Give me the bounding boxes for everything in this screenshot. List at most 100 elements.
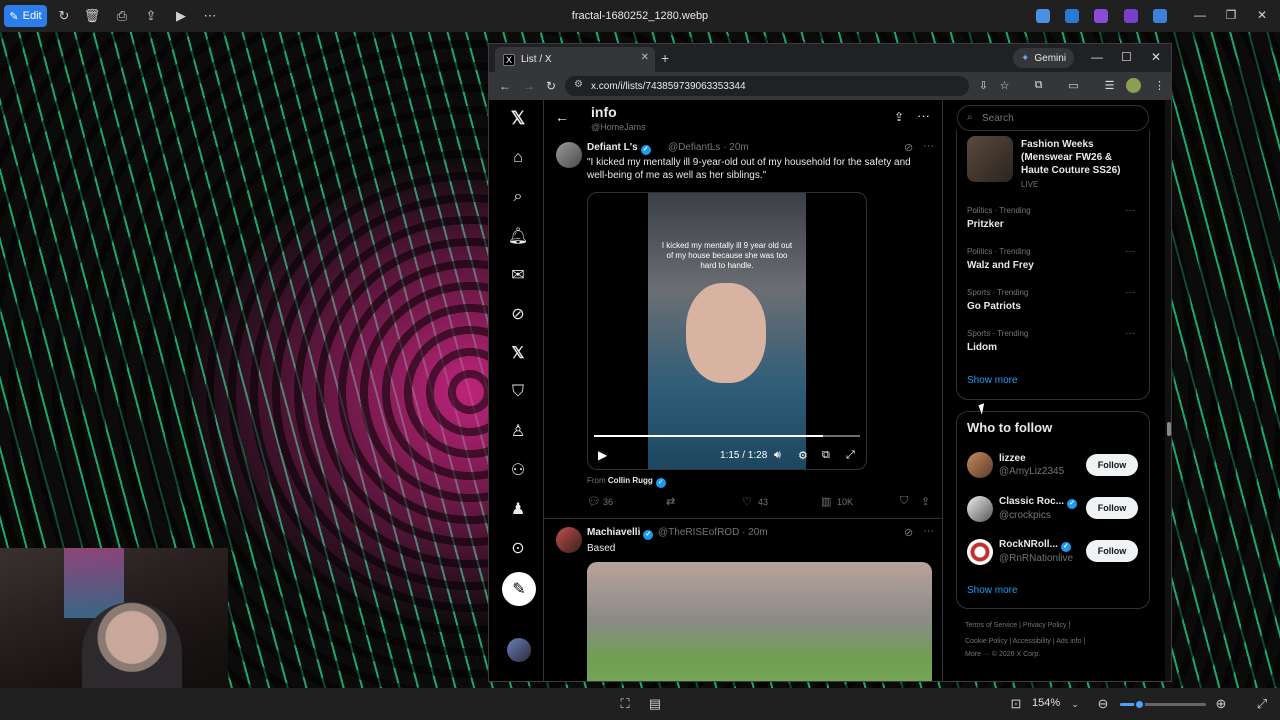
zoom-in-icon[interactable]: ⊕ bbox=[1213, 696, 1229, 712]
minimize-icon[interactable]: — bbox=[1091, 50, 1103, 64]
follow-avatar[interactable] bbox=[967, 539, 993, 565]
install-icon[interactable]: ⇩ bbox=[977, 79, 990, 92]
bookmarks-icon[interactable]: ⛉ bbox=[508, 382, 528, 402]
x-logo-icon[interactable]: 𝕏 bbox=[508, 108, 528, 128]
premium-x-icon[interactable]: 𝕏 bbox=[508, 343, 528, 363]
tweet-image[interactable] bbox=[587, 562, 932, 681]
profile-avatar[interactable] bbox=[1126, 78, 1141, 93]
notifications-icon[interactable]: 🔔︎ bbox=[508, 226, 528, 246]
trend-more-icon[interactable]: ··· bbox=[1125, 205, 1135, 216]
repost-icon[interactable]: ⇄ bbox=[666, 495, 675, 508]
grok-icon[interactable]: ⊘ bbox=[904, 526, 913, 539]
fit-icon[interactable]: ⛶ bbox=[617, 696, 633, 712]
new-tab-icon[interactable]: + bbox=[661, 50, 669, 66]
pip-icon[interactable]: ⧉ bbox=[822, 449, 830, 462]
trends-show-more-link[interactable]: Show more bbox=[967, 375, 1018, 386]
video-progress-bar[interactable] bbox=[594, 435, 860, 437]
tweet-avatar[interactable] bbox=[556, 527, 582, 553]
event-thumbnail[interactable] bbox=[967, 136, 1013, 182]
follow-button[interactable]: Follow bbox=[1086, 454, 1138, 476]
footer-more-link[interactable]: More ··· bbox=[965, 651, 990, 658]
page-scrollbar[interactable] bbox=[1165, 100, 1171, 681]
zoom-slider[interactable] bbox=[1120, 699, 1206, 710]
split-view-icon[interactable]: ▭ bbox=[1067, 79, 1080, 92]
tray-app-icon[interactable] bbox=[1124, 9, 1138, 23]
site-info-icon[interactable]: ⚙ bbox=[574, 79, 583, 90]
follow-name[interactable]: lizzee bbox=[999, 453, 1026, 464]
event-title[interactable]: Fashion Weeks (Menswear FW26 & Haute Cou… bbox=[1021, 138, 1141, 177]
share-icon[interactable]: ⇪ bbox=[894, 110, 904, 124]
back-arrow-icon[interactable]: ← bbox=[555, 109, 569, 125]
tweet-more-icon[interactable]: ··· bbox=[923, 525, 934, 537]
tray-app-icon[interactable] bbox=[1065, 9, 1079, 23]
trend-name[interactable]: Walz and Frey bbox=[967, 260, 1034, 271]
close-icon[interactable]: ✕ bbox=[1254, 8, 1270, 22]
bookmark-icon[interactable]: ⛉ bbox=[900, 495, 908, 508]
tweet-author-name[interactable]: Machiavelli ✓ bbox=[587, 527, 654, 540]
close-icon[interactable]: ✕ bbox=[1151, 50, 1161, 64]
follow-name[interactable]: Classic Roc... ✓ bbox=[999, 496, 1078, 509]
messages-icon[interactable]: ✉ bbox=[508, 265, 528, 285]
zoom-out-icon[interactable]: ⊖ bbox=[1095, 696, 1111, 712]
play-icon[interactable]: ▶ bbox=[598, 448, 607, 462]
address-bar[interactable]: ⚙ x.com/i/lists/743859739063353344 bbox=[565, 76, 969, 96]
follow-handle[interactable]: @AmyLiz2345 bbox=[999, 466, 1064, 477]
more-icon[interactable]: ⊙ bbox=[508, 538, 528, 558]
trend-more-icon[interactable]: ··· bbox=[1125, 287, 1135, 298]
trend-name[interactable]: Go Patriots bbox=[967, 301, 1021, 312]
expand-icon[interactable]: ⤢ bbox=[1254, 696, 1270, 712]
account-avatar[interactable] bbox=[507, 638, 531, 662]
follow-button[interactable]: Follow bbox=[1086, 497, 1138, 519]
trend-more-icon[interactable]: ··· bbox=[1125, 246, 1135, 257]
reload-icon[interactable]: ↻ bbox=[546, 79, 556, 93]
follow-show-more-link[interactable]: Show more bbox=[967, 585, 1018, 596]
profile-icon[interactable]: ♟ bbox=[508, 499, 528, 519]
follow-handle[interactable]: @crockpics bbox=[999, 510, 1051, 521]
tray-app-icon[interactable] bbox=[1036, 9, 1050, 23]
film-strip-icon[interactable]: ▤ bbox=[647, 696, 663, 712]
more-options-icon[interactable]: ··· bbox=[917, 108, 930, 123]
search-icon[interactable]: ⌕ bbox=[508, 187, 528, 207]
video-player[interactable]: I kicked my mentally ill 9 year old out … bbox=[587, 192, 867, 470]
tweet-handle-time[interactable]: @TheRISEofROD · 20m bbox=[658, 527, 768, 538]
menu-icon[interactable]: ⋮ bbox=[1153, 79, 1166, 92]
jobs-icon[interactable]: ♙ bbox=[508, 421, 528, 441]
footer-link[interactable]: Ads info bbox=[1056, 638, 1081, 645]
scroll-thumb[interactable] bbox=[1167, 422, 1171, 436]
trend-name[interactable]: Lidom bbox=[967, 342, 997, 353]
settings-icon[interactable]: ⚙ bbox=[798, 449, 808, 462]
communities-icon[interactable]: ⚇ bbox=[508, 460, 528, 480]
reply-icon[interactable]: 💬︎ bbox=[587, 495, 601, 508]
follow-button[interactable]: Follow bbox=[1086, 540, 1138, 562]
post-button[interactable]: ✎ bbox=[502, 572, 536, 606]
tab-close-icon[interactable]: ✕ bbox=[641, 52, 649, 63]
tweet-more-icon[interactable]: ··· bbox=[923, 140, 934, 152]
views-icon[interactable]: ▥ bbox=[821, 495, 831, 508]
minimize-icon[interactable]: — bbox=[1192, 8, 1208, 22]
grok-icon[interactable]: ⊘ bbox=[508, 304, 528, 324]
extensions-icon[interactable]: ⧉ bbox=[1032, 79, 1045, 92]
home-icon[interactable]: ⌂ bbox=[508, 148, 528, 168]
gemini-button[interactable]: ✦ Gemini bbox=[1013, 48, 1075, 68]
tweet-avatar[interactable] bbox=[556, 142, 582, 168]
list-handle[interactable]: @HomeJams bbox=[591, 122, 646, 132]
footer-link[interactable]: Terms of Service bbox=[965, 622, 1017, 629]
follow-handle[interactable]: @RnRNationlive bbox=[999, 553, 1073, 564]
follow-name[interactable]: RockNRoll... ✓ bbox=[999, 539, 1071, 552]
footer-link[interactable]: Accessibility bbox=[1013, 638, 1051, 645]
follow-avatar[interactable] bbox=[967, 452, 993, 478]
back-icon[interactable]: ← bbox=[499, 79, 511, 93]
footer-link[interactable]: Privacy Policy bbox=[1023, 622, 1067, 629]
zoom-level[interactable]: 154% bbox=[1032, 697, 1060, 709]
reading-list-icon[interactable]: ☰ bbox=[1103, 79, 1116, 92]
tray-app-icon[interactable] bbox=[1094, 9, 1108, 23]
zoom-dropdown-icon[interactable]: ⌄ bbox=[1067, 696, 1083, 712]
tweet-handle-time[interactable]: @DefiantLs · 20m bbox=[668, 142, 749, 153]
like-icon[interactable]: ♡ bbox=[742, 495, 752, 508]
volume-icon[interactable]: 🔊︎ bbox=[774, 449, 781, 462]
trend-more-icon[interactable]: ··· bbox=[1125, 328, 1135, 339]
follow-avatar[interactable] bbox=[967, 496, 993, 522]
trend-name[interactable]: Pritzker bbox=[967, 219, 1004, 230]
tray-app-icon[interactable] bbox=[1153, 9, 1167, 23]
grok-icon[interactable]: ⊘ bbox=[904, 141, 913, 154]
